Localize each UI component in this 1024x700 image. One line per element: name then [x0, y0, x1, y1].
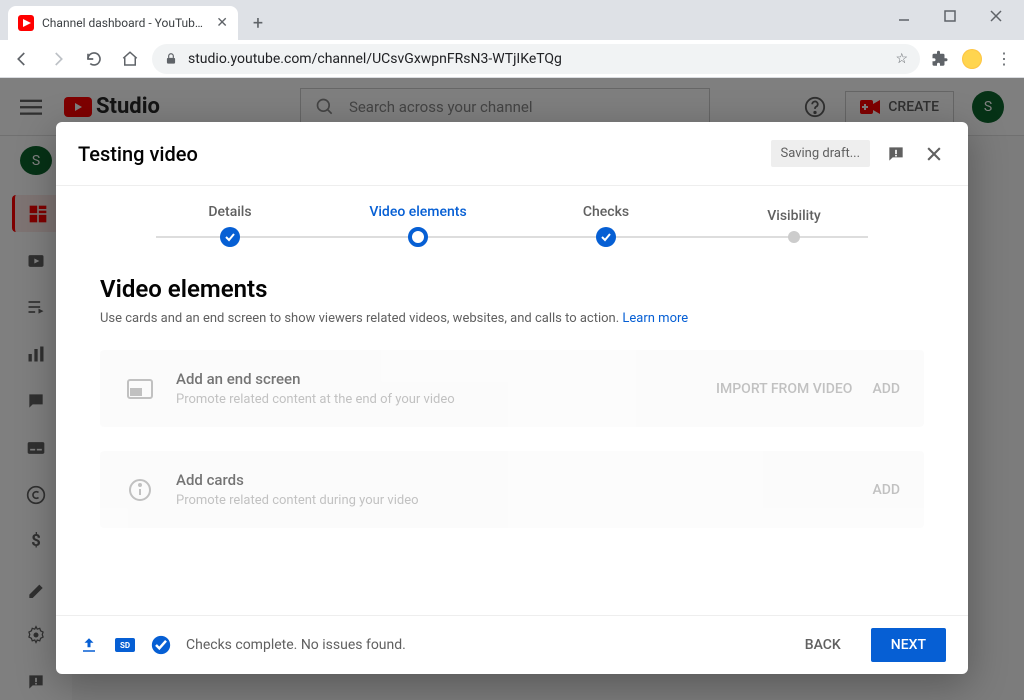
tab-title: Channel dashboard - YouTube St: [42, 16, 208, 30]
stepper: Details Video elements Checks Visibility: [56, 186, 968, 247]
upload-video-modal: Testing video Saving draft... Details Vi…: [56, 122, 968, 674]
tab-close-icon[interactable]: ✕: [216, 15, 228, 31]
new-tab-button[interactable]: +: [244, 9, 272, 37]
check-icon: [220, 227, 240, 247]
step-video-elements[interactable]: Video elements: [324, 204, 512, 247]
checks-complete-icon: [150, 634, 172, 656]
card-title: Add an end screen: [176, 370, 696, 388]
bookmark-star-icon[interactable]: ☆: [895, 51, 908, 67]
nav-forward-icon: [44, 45, 72, 73]
window-minimize-icon[interactable]: [890, 2, 918, 30]
hd-icon[interactable]: SD: [114, 634, 136, 656]
check-icon: [596, 227, 616, 247]
learn-more-link[interactable]: Learn more: [622, 311, 688, 326]
extensions-icon[interactable]: [928, 47, 952, 71]
info-icon: [124, 478, 156, 502]
window-close-icon[interactable]: [982, 2, 1010, 30]
section-description: Use cards and an end screen to show view…: [100, 311, 924, 326]
step-visibility[interactable]: Visibility: [700, 208, 888, 243]
browser-tab[interactable]: Channel dashboard - YouTube St ✕: [8, 6, 238, 40]
next-button[interactable]: NEXT: [871, 628, 946, 662]
save-status-chip: Saving draft...: [771, 140, 870, 167]
lock-icon: [164, 52, 178, 66]
add-end-screen-button[interactable]: ADD: [872, 381, 900, 397]
cards-card: Add cards Promote related content during…: [100, 451, 924, 528]
import-from-video-button[interactable]: IMPORT FROM VIDEO: [716, 381, 852, 397]
svg-text:SD: SD: [120, 641, 130, 650]
card-subtitle: Promote related content at the end of yo…: [176, 392, 696, 407]
nav-home-icon[interactable]: [116, 45, 144, 73]
current-step-icon: [408, 227, 428, 247]
end-screen-card: Add an end screen Promote related conten…: [100, 350, 924, 427]
card-title: Add cards: [176, 471, 852, 489]
nav-reload-icon[interactable]: [80, 45, 108, 73]
modal-close-icon[interactable]: [922, 142, 946, 166]
future-step-icon: [788, 231, 800, 243]
footer-status: Checks complete. No issues found.: [186, 637, 406, 653]
back-button[interactable]: BACK: [789, 628, 857, 662]
section-title: Video elements: [100, 275, 924, 303]
upload-icon[interactable]: [78, 634, 100, 656]
modal-feedback-icon[interactable]: [884, 142, 908, 166]
step-checks[interactable]: Checks: [512, 204, 700, 247]
browser-menu-icon[interactable]: ⋮: [992, 47, 1016, 71]
end-screen-icon: [124, 379, 156, 399]
window-maximize-icon[interactable]: [936, 2, 964, 30]
nav-back-icon[interactable]: [8, 45, 36, 73]
extension-yellow-icon[interactable]: [960, 47, 984, 71]
address-bar[interactable]: studio.youtube.com/channel/UCsvGxwpnFRsN…: [152, 44, 920, 74]
add-cards-button[interactable]: ADD: [872, 482, 900, 498]
modal-title: Testing video: [78, 142, 771, 166]
card-subtitle: Promote related content during your vide…: [176, 493, 852, 508]
youtube-favicon: [18, 15, 34, 31]
step-details[interactable]: Details: [136, 204, 324, 247]
url-text: studio.youtube.com/channel/UCsvGxwpnFRsN…: [188, 51, 885, 67]
